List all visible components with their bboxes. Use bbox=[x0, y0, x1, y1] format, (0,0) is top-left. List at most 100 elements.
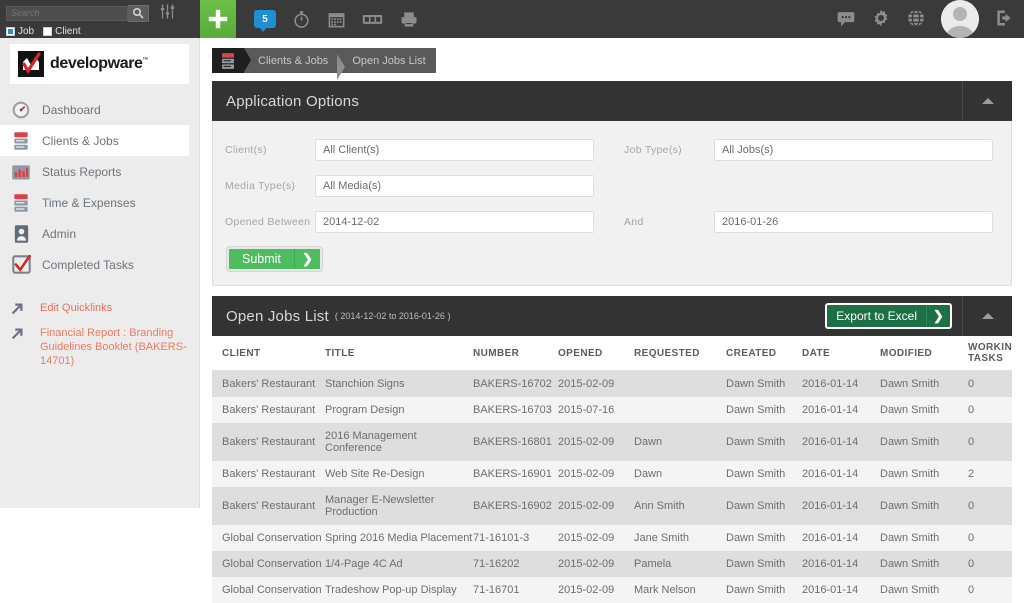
sidebar-item-label: Dashboard bbox=[42, 103, 101, 117]
column-header-opened[interactable]: OPENED bbox=[558, 336, 634, 371]
sliders-icon[interactable] bbox=[159, 3, 176, 23]
sidebar-item-clients-jobs[interactable]: Clients & Jobs bbox=[0, 125, 189, 156]
collapse-options-button[interactable] bbox=[962, 81, 1012, 121]
avatar[interactable] bbox=[941, 0, 979, 38]
cell-client[interactable]: Global Conservation bbox=[212, 577, 325, 603]
cell-opened: 2015-02-09 bbox=[558, 525, 634, 551]
comment-icon[interactable] bbox=[836, 8, 856, 31]
column-header-title[interactable]: TITLE bbox=[325, 336, 473, 371]
job-type-input[interactable] bbox=[714, 139, 993, 161]
cell-number[interactable]: BAKERS-16902 bbox=[473, 487, 558, 525]
chat-bubble-icon[interactable]: 5 bbox=[254, 10, 276, 28]
sidebar-item-status-reports[interactable]: Status Reports bbox=[0, 156, 199, 187]
cell-title[interactable]: Manager E-Newsletter Production bbox=[325, 487, 473, 525]
sidebar-item-dashboard[interactable]: Dashboard bbox=[0, 94, 199, 125]
table-row[interactable]: Bakers' RestaurantWeb Site Re-DesignBAKE… bbox=[212, 461, 1012, 487]
media-type-input[interactable] bbox=[315, 175, 594, 197]
cell-client[interactable]: Bakers' Restaurant bbox=[212, 423, 325, 461]
radio-job[interactable] bbox=[6, 27, 15, 36]
cell-number[interactable]: BAKERS-16801 bbox=[473, 423, 558, 461]
clients-input[interactable] bbox=[315, 139, 594, 161]
cell-number[interactable]: 71-16701 bbox=[473, 577, 558, 603]
table-row[interactable]: Bakers' RestaurantProgram DesignBAKERS-1… bbox=[212, 397, 1012, 423]
cell-title[interactable]: 1/4-Page 4C Ad bbox=[325, 551, 473, 577]
sidebar-edit-quicklinks[interactable]: Edit Quicklinks bbox=[0, 298, 199, 323]
cell-title[interactable]: 2016 Management Conference bbox=[325, 423, 473, 461]
cell-number[interactable]: 71-16101-3 bbox=[473, 525, 558, 551]
cell-title[interactable]: Stanchion Signs bbox=[325, 371, 473, 398]
cell-number[interactable]: BAKERS-16901 bbox=[473, 461, 558, 487]
column-header-modified[interactable]: MODIFIED bbox=[880, 336, 968, 371]
cell-client[interactable]: Bakers' Restaurant bbox=[212, 397, 325, 423]
cell-client[interactable]: Bakers' Restaurant bbox=[212, 461, 325, 487]
cell-client[interactable]: Global Conservation bbox=[212, 525, 325, 551]
opened-between-input[interactable] bbox=[315, 211, 594, 233]
cell-requested: Mark Nelson bbox=[634, 577, 726, 603]
search-row bbox=[6, 3, 194, 23]
cell-modified: Dawn Smith bbox=[880, 461, 968, 487]
breadcrumb-item-clients-jobs[interactable]: Clients & Jobs bbox=[244, 55, 338, 67]
logout-icon[interactable] bbox=[994, 8, 1014, 31]
search-button[interactable] bbox=[128, 5, 149, 22]
table-row[interactable]: Bakers' Restaurant2016 Management Confer… bbox=[212, 423, 1012, 461]
column-header-client[interactable]: CLIENT bbox=[212, 336, 325, 371]
column-header-created[interactable]: CREATED bbox=[726, 336, 802, 371]
cell-date: 2016-01-14 bbox=[802, 577, 880, 603]
cell-requested: Dawn bbox=[634, 461, 726, 487]
cell-title[interactable]: Web Site Re-Design bbox=[325, 461, 473, 487]
gear-icon[interactable] bbox=[871, 8, 891, 31]
table-row[interactable]: Global ConservationTradeshow Pop-up Disp… bbox=[212, 577, 1012, 603]
server-icon bbox=[10, 192, 32, 214]
bar-chart-icon bbox=[10, 161, 32, 183]
and-input[interactable] bbox=[714, 211, 993, 233]
submit-button[interactable]: Submit ❯ bbox=[227, 247, 322, 271]
cell-client[interactable]: Bakers' Restaurant bbox=[212, 487, 325, 525]
cell-modified: Dawn Smith bbox=[880, 551, 968, 577]
cell-client[interactable]: Global Conservation bbox=[212, 551, 325, 577]
globe-icon[interactable] bbox=[906, 8, 926, 31]
column-header-working-tasks[interactable]: WORKING TASKS bbox=[968, 336, 1012, 371]
table-header-row: CLIENT TITLE NUMBER OPENED REQUESTED CRE… bbox=[212, 336, 1012, 371]
developware-logo-icon bbox=[18, 51, 44, 77]
table-row[interactable]: Bakers' RestaurantStanchion SignsBAKERS-… bbox=[212, 371, 1012, 398]
sidebar-item-label: Status Reports bbox=[42, 165, 121, 179]
cell-number[interactable]: 71-16202 bbox=[473, 551, 558, 577]
app-logo[interactable]: developware™ bbox=[10, 44, 189, 84]
magnifier-icon bbox=[132, 7, 144, 19]
column-header-number[interactable]: NUMBER bbox=[473, 336, 558, 371]
toolbar-icons: 5 bbox=[236, 0, 419, 38]
cell-client[interactable]: Bakers' Restaurant bbox=[212, 371, 325, 398]
filmstrip-icon[interactable] bbox=[362, 11, 383, 27]
sidebar-item-admin[interactable]: Admin bbox=[0, 218, 199, 249]
breadcrumb-item-open-jobs-list[interactable]: Open Jobs List bbox=[338, 55, 435, 67]
options-form-left: Client(s) Media Type(s) Opened Between S… bbox=[213, 135, 612, 271]
stopwatch-icon[interactable] bbox=[292, 10, 311, 29]
cell-opened: 2015-02-09 bbox=[558, 487, 634, 525]
table-row[interactable]: Global ConservationSpring 2016 Media Pla… bbox=[212, 525, 1012, 551]
cell-title[interactable]: Program Design bbox=[325, 397, 473, 423]
application-options-panel: Application Options Client(s) Media Type… bbox=[212, 81, 1012, 286]
column-header-date[interactable]: DATE bbox=[802, 336, 880, 371]
logo-text: developware™ bbox=[50, 55, 148, 73]
add-new-button[interactable] bbox=[200, 0, 236, 38]
search-input[interactable] bbox=[6, 6, 128, 21]
cell-date: 2016-01-14 bbox=[802, 371, 880, 398]
cell-title[interactable]: Tradeshow Pop-up Display bbox=[325, 577, 473, 603]
sidebar-quicklink-financial-report[interactable]: Financial Report : Branding Guidelines B… bbox=[0, 323, 199, 371]
cell-number[interactable]: BAKERS-16702 bbox=[473, 371, 558, 398]
cell-number[interactable]: BAKERS-16703 bbox=[473, 397, 558, 423]
cell-modified: Dawn Smith bbox=[880, 525, 968, 551]
cell-title[interactable]: Spring 2016 Media Placement bbox=[325, 525, 473, 551]
printer-icon[interactable] bbox=[399, 10, 419, 29]
export-to-excel-button[interactable]: Export to Excel ❯ bbox=[825, 303, 952, 329]
sidebar-item-time-expenses[interactable]: Time & Expenses bbox=[0, 187, 199, 218]
column-header-requested[interactable]: REQUESTED bbox=[634, 336, 726, 371]
radio-client[interactable] bbox=[43, 27, 52, 36]
cell-created: Dawn Smith bbox=[726, 423, 802, 461]
table-row[interactable]: Bakers' RestaurantManager E-Newsletter P… bbox=[212, 487, 1012, 525]
collapse-jobs-button[interactable] bbox=[962, 296, 1012, 336]
table-row[interactable]: Global Conservation1/4-Page 4C Ad71-1620… bbox=[212, 551, 1012, 577]
calendar-icon[interactable] bbox=[327, 10, 346, 29]
cell-opened: 2015-02-09 bbox=[558, 577, 634, 603]
sidebar-item-completed-tasks[interactable]: Completed Tasks bbox=[0, 249, 199, 280]
